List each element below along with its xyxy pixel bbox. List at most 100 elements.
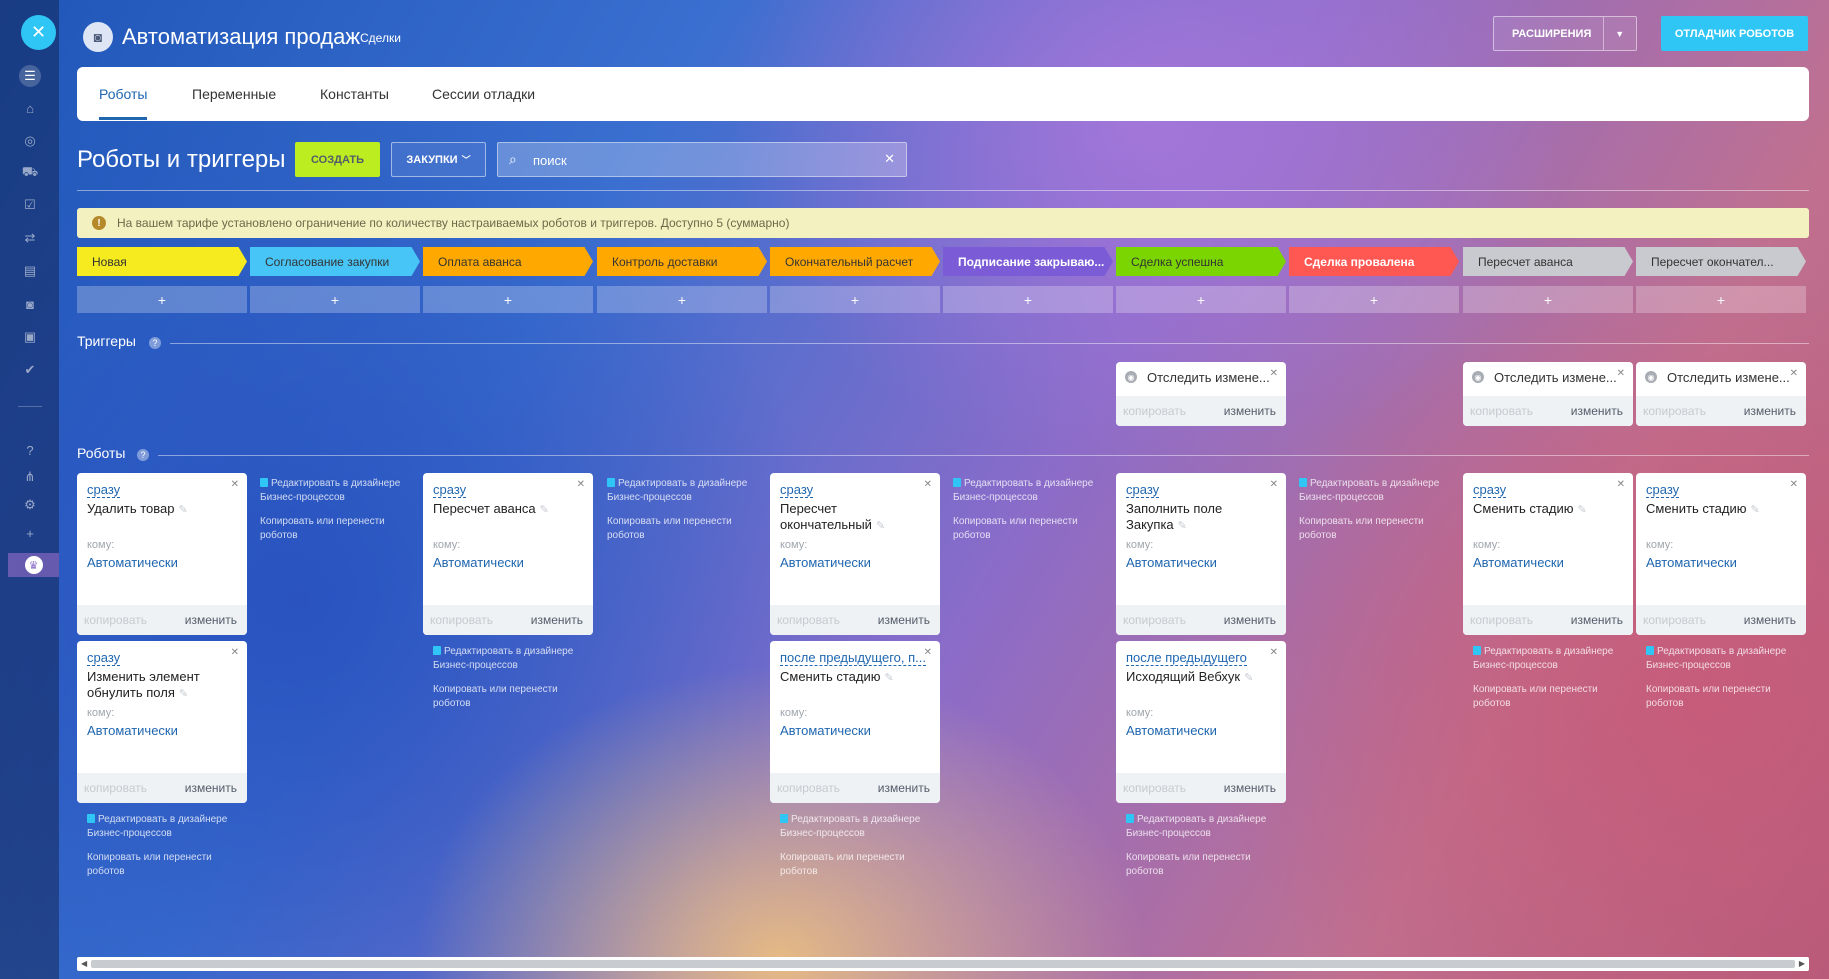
copy-link[interactable]: копировать	[1123, 781, 1186, 795]
add-robot-button[interactable]: +	[250, 286, 420, 313]
pencil-icon[interactable]: ✎	[884, 672, 893, 684]
robot-card[interactable]: сразу ✕ Удалить товар ✎ кому: Автоматически ко…	[77, 473, 247, 635]
tab-constants[interactable]: Константы	[320, 86, 389, 102]
close-icon[interactable]: ✕	[231, 647, 239, 658]
tab-robots[interactable]: Роботы	[99, 86, 147, 102]
robot-delay[interactable]: сразу	[1126, 482, 1160, 498]
add-robot-button[interactable]: +	[423, 286, 593, 313]
robot-debugger-button[interactable]: ОТЛАДЧИК РОБОТОВ	[1661, 16, 1808, 51]
edit-in-designer-link[interactable]: Редактировать в дизайнере Бизнес-процесс…	[1646, 646, 1786, 671]
robot-card[interactable]: сразу ✕ Заполнить поле Закупка ✎ кому: Автома…	[1116, 473, 1286, 635]
edit-link[interactable]: изменить	[1224, 781, 1276, 795]
recipient-value[interactable]: Автоматически	[87, 555, 178, 570]
robot-delay[interactable]: сразу	[1473, 482, 1507, 498]
close-icon[interactable]: ✕	[21, 15, 56, 50]
copy-move-robots-link[interactable]: Копировать или перенести роботов	[1299, 515, 1449, 543]
close-icon[interactable]: ✕	[924, 479, 932, 490]
trigger-card[interactable]: ◉ Отследить измене... ✕ копировать изменить	[1636, 362, 1806, 426]
copy-move-robots-link[interactable]: Копировать или перенести роботов	[433, 683, 583, 711]
close-icon[interactable]: ✕	[577, 479, 585, 490]
trigger-card[interactable]: ◉ Отследить измене... ✕ копировать изменить	[1116, 362, 1286, 426]
stage-header[interactable]: Сделка успешна	[1116, 247, 1286, 276]
tab-debug-sessions[interactable]: Сессии отладки	[432, 86, 535, 102]
recipient-value[interactable]: Автоматически	[433, 555, 524, 570]
pencil-icon[interactable]: ✎	[1244, 672, 1253, 684]
edit-link[interactable]: изменить	[878, 613, 930, 627]
help-icon[interactable]: ?	[137, 449, 149, 461]
recipient-value[interactable]: Автоматически	[1126, 723, 1217, 738]
robot-delay[interactable]: сразу	[87, 482, 121, 498]
copy-move-robots-link[interactable]: Копировать или перенести роботов	[780, 851, 930, 879]
copy-link[interactable]: копировать	[1470, 613, 1533, 627]
stage-header[interactable]: Согласование закупки	[250, 247, 420, 276]
copy-move-robots-link[interactable]: Копировать или перенести роботов	[607, 515, 757, 543]
settings-icon[interactable]: ⚙	[19, 494, 41, 516]
close-icon[interactable]: ✕	[1617, 479, 1625, 490]
close-icon[interactable]: ✕	[1270, 479, 1278, 490]
robot-card[interactable]: сразу ✕ Сменить стадию ✎ кому: Автоматически к…	[1636, 473, 1806, 635]
robot-card[interactable]: сразу ✕ Пересчет окончательный ✎ кому: Автома…	[770, 473, 940, 635]
close-icon[interactable]: ✕	[1617, 368, 1625, 379]
copy-link[interactable]: копировать	[1123, 404, 1186, 418]
stage-header[interactable]: Контроль доставки	[597, 247, 767, 276]
recipient-value[interactable]: Автоматически	[780, 555, 871, 570]
copy-link[interactable]: копировать	[1643, 613, 1706, 627]
recipient-value[interactable]: Автоматически	[1126, 555, 1217, 570]
tab-variables[interactable]: Переменные	[192, 86, 276, 102]
recipient-value[interactable]: Автоматически	[87, 723, 178, 738]
clear-icon[interactable]: ✕	[884, 151, 895, 167]
copy-link[interactable]: копировать	[1470, 404, 1533, 418]
edit-in-designer-link[interactable]: Редактировать в дизайнере Бизнес-процесс…	[1299, 478, 1439, 503]
close-icon[interactable]: ✕	[1790, 368, 1798, 379]
copy-link[interactable]: копировать	[777, 613, 840, 627]
add-robot-button[interactable]: +	[597, 286, 767, 313]
close-icon[interactable]: ✕	[1790, 479, 1798, 490]
add-robot-button[interactable]: +	[1636, 286, 1806, 313]
edit-link[interactable]: изменить	[1744, 613, 1796, 627]
trigger-card[interactable]: ◉ Отследить измене... ✕ копировать изменить	[1463, 362, 1633, 426]
robot-delay[interactable]: после предыдущего	[1126, 650, 1247, 666]
robot-icon[interactable]: ◙	[19, 293, 41, 315]
pencil-icon[interactable]: ✎	[540, 504, 549, 516]
task-icon[interactable]: ☑	[19, 194, 41, 216]
stage-header[interactable]: Пересчет аванса	[1463, 247, 1633, 276]
pencil-icon[interactable]: ✎	[876, 520, 885, 532]
edit-link[interactable]: изменить	[185, 613, 237, 627]
edit-in-designer-link[interactable]: Редактировать в дизайнере Бизнес-процесс…	[260, 478, 400, 503]
edit-in-designer-link[interactable]: Редактировать в дизайнере Бизнес-процесс…	[607, 478, 747, 503]
edit-in-designer-link[interactable]: Редактировать в дизайнере Бизнес-процесс…	[780, 814, 920, 839]
add-robot-button[interactable]: +	[1463, 286, 1633, 313]
search-input[interactable]	[533, 150, 863, 170]
scroll-right-icon[interactable]: ▶	[1799, 959, 1805, 968]
robot-delay[interactable]: сразу	[780, 482, 814, 498]
copy-link[interactable]: копировать	[430, 613, 493, 627]
robot-delay[interactable]: сразу	[87, 650, 121, 666]
scroll-left-icon[interactable]: ◀	[81, 959, 87, 968]
stage-header[interactable]: Пересчет окончател...	[1636, 247, 1806, 276]
create-button[interactable]: СОЗДАТЬ	[295, 142, 380, 177]
add-robot-button[interactable]: +	[943, 286, 1113, 313]
stage-header[interactable]: Новая	[77, 247, 247, 276]
robot-card[interactable]: сразу ✕ Пересчет аванса ✎ кому: Автоматически…	[423, 473, 593, 635]
robot-card[interactable]: после предыдущего ✕ Исходящий Вебхук ✎ кому:…	[1116, 641, 1286, 803]
copy-move-robots-link[interactable]: Копировать или перенести роботов	[1646, 683, 1796, 711]
edit-in-designer-link[interactable]: Редактировать в дизайнере Бизнес-процесс…	[1126, 814, 1266, 839]
copy-link[interactable]: копировать	[1643, 404, 1706, 418]
box-icon[interactable]: ▣	[19, 326, 41, 348]
close-icon[interactable]: ✕	[1270, 368, 1278, 379]
target-icon[interactable]: ◎	[19, 130, 41, 152]
purchases-dropdown[interactable]: ЗАКУПКИ ﹀	[391, 142, 486, 177]
recipient-value[interactable]: Автоматически	[1646, 555, 1737, 570]
add-robot-button[interactable]: +	[77, 286, 247, 313]
edit-link[interactable]: изменить	[1224, 613, 1276, 627]
close-icon[interactable]: ✕	[231, 479, 239, 490]
pencil-icon[interactable]: ✎	[1577, 504, 1586, 516]
edit-in-designer-link[interactable]: Редактировать в дизайнере Бизнес-процесс…	[87, 814, 227, 839]
recipient-value[interactable]: Автоматически	[1473, 555, 1564, 570]
copy-move-robots-link[interactable]: Копировать или перенести роботов	[1473, 683, 1623, 711]
pencil-icon[interactable]: ✎	[1178, 520, 1187, 532]
help-icon[interactable]: ?	[149, 337, 161, 349]
copy-link[interactable]: копировать	[777, 781, 840, 795]
chevron-down-icon[interactable]: ▼	[1602, 17, 1636, 50]
org-icon[interactable]: ⋔	[19, 466, 41, 488]
